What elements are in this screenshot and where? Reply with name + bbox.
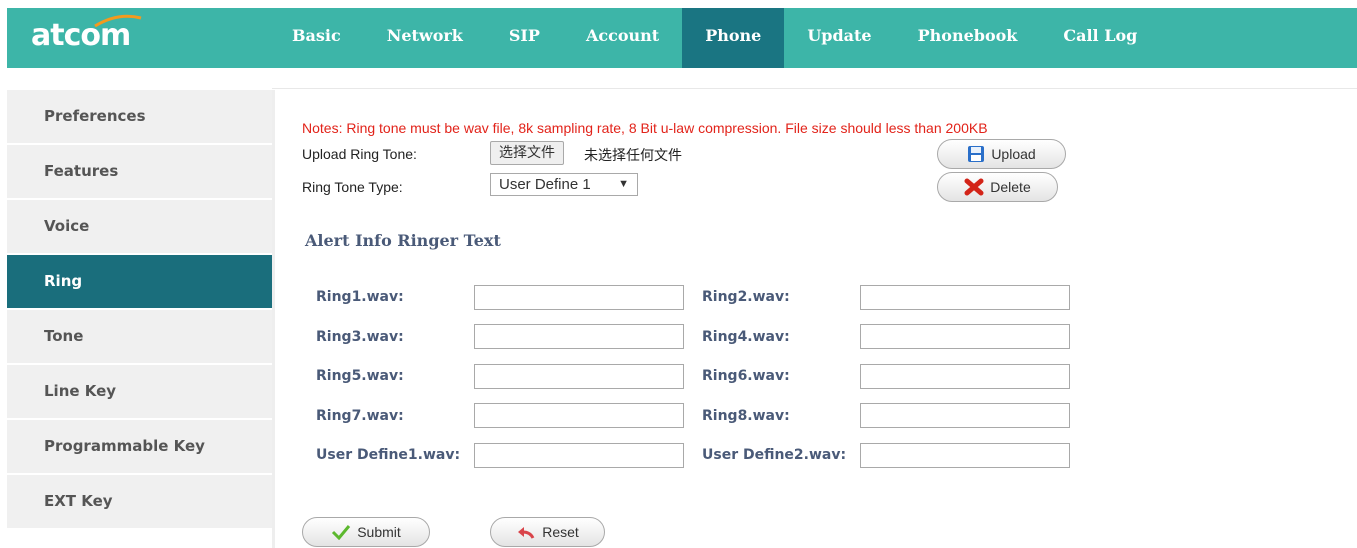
ring5-label: Ring5.wav: [316,368,404,384]
ring3-label: Ring3.wav: [316,329,404,345]
ring-tone-type-label: Ring Tone Type: [302,179,403,195]
ring4-input[interactable] [860,324,1070,349]
ring5-input[interactable] [474,364,684,389]
ring1-input[interactable] [474,285,684,310]
tab-network[interactable]: Network [364,8,486,68]
ring7-label: Ring7.wav: [316,408,404,424]
ring-tone-notes: Notes: Ring tone must be wav file, 8k sa… [302,120,988,136]
section-title: Alert Info Ringer Text [305,231,501,250]
sidebar-divider [272,90,275,548]
ring-tone-type-select[interactable]: User Define 1 ▼ [490,173,638,196]
sidebar-item-ring[interactable]: Ring [7,255,272,310]
sidebar-item-features[interactable]: Features [7,145,272,200]
delete-button-label: Delete [990,179,1031,195]
sidebar-item-voice[interactable]: Voice [7,200,272,255]
delete-button[interactable]: Delete [937,172,1058,202]
red-x-icon [964,178,984,196]
tab-update[interactable]: Update [784,8,894,68]
logo-swoosh-icon [94,14,142,28]
upload-button-label: Upload [991,146,1036,162]
ring6-label: Ring6.wav: [702,368,790,384]
user-define1-label: User Define1.wav: [316,447,461,463]
top-header: atcom Basic Network SIP Account Phone Up… [7,8,1357,68]
main-nav: Basic Network SIP Account Phone Update P… [269,8,1160,68]
tab-call-log[interactable]: Call Log [1040,8,1160,68]
sidebar-item-preferences[interactable]: Preferences [7,90,272,145]
ring6-input[interactable] [860,364,1070,389]
sidebar-item-ext-key[interactable]: EXT Key [7,475,272,530]
ring4-label: Ring4.wav: [702,329,790,345]
user-define2-input[interactable] [860,443,1070,468]
tab-account[interactable]: Account [563,8,682,68]
tab-phonebook[interactable]: Phonebook [895,8,1041,68]
ring1-label: Ring1.wav: [316,289,404,305]
tab-phone[interactable]: Phone [682,8,785,68]
sidebar-item-programmable-key[interactable]: Programmable Key [7,420,272,475]
upload-button[interactable]: Upload [937,139,1066,169]
submit-button-label: Submit [357,524,401,540]
ring3-input[interactable] [474,324,684,349]
dropdown-arrow-icon: ▼ [618,178,629,190]
ring8-label: Ring8.wav: [702,408,790,424]
content-divider [272,88,1357,89]
tab-sip[interactable]: SIP [486,8,563,68]
sidebar-item-line-key[interactable]: Line Key [7,365,272,420]
tab-basic[interactable]: Basic [269,8,364,68]
ring2-input[interactable] [860,285,1070,310]
ring7-input[interactable] [474,403,684,428]
sidebar-item-tone[interactable]: Tone [7,310,272,365]
reset-button[interactable]: Reset [490,517,605,547]
user-define2-label: User Define2.wav: [702,447,847,463]
sidebar: Preferences Features Voice Ring Tone Lin… [7,90,272,530]
submit-button[interactable]: Submit [302,517,430,547]
floppy-disk-icon [968,146,985,162]
ring-tone-type-value: User Define 1 [499,176,591,193]
reset-button-label: Reset [542,524,579,540]
green-check-icon [332,525,351,540]
ring8-input[interactable] [860,403,1070,428]
file-status-text: 未选择任何文件 [584,148,682,164]
undo-arrow-icon [518,527,535,539]
user-define1-input[interactable] [474,443,684,468]
upload-ring-tone-label: Upload Ring Tone: [302,146,417,162]
ring2-label: Ring2.wav: [702,289,790,305]
choose-file-button[interactable]: 选择文件 [490,141,564,165]
